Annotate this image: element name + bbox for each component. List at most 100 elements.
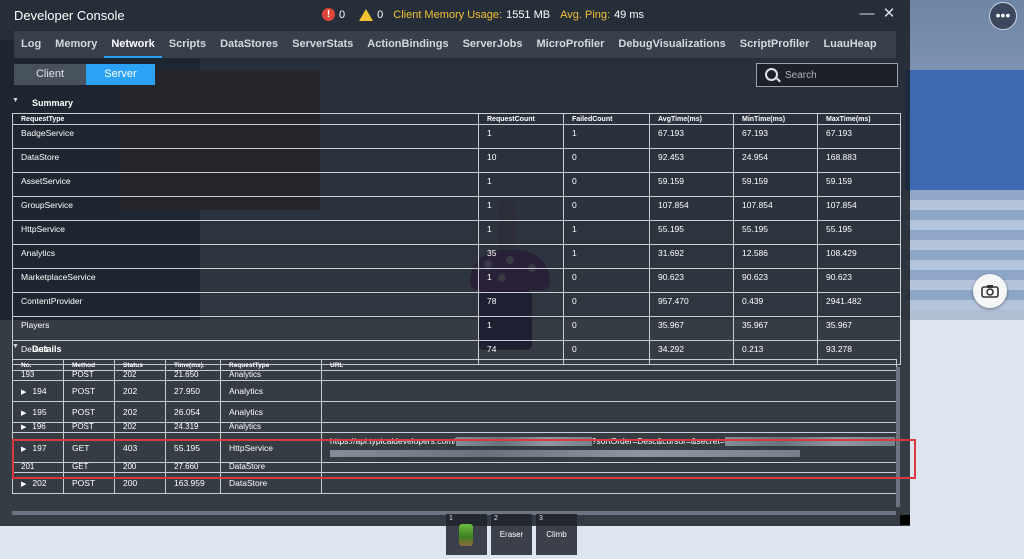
details-header[interactable]: ▼ Details xyxy=(12,341,899,357)
server-toggle[interactable]: Server xyxy=(86,64,155,85)
table-row[interactable]: BadgeService 1 1 67.193 67.193 67.193 xyxy=(12,124,901,149)
summary-header-row: RequestType RequestCount FailedCount Avg… xyxy=(12,113,901,125)
roblox-menu-button[interactable]: ••• xyxy=(989,2,1017,30)
minimize-button[interactable]: — xyxy=(858,5,876,23)
column-header[interactable]: RequestType xyxy=(220,359,322,371)
table-row[interactable]: 201 GET 200 27.660 DataStore xyxy=(12,462,897,473)
column-header[interactable]: MaxTime(ms) xyxy=(817,113,901,125)
url-query: ?sortOrder=Desc&cursor=&secret= xyxy=(591,436,725,446)
close-button[interactable]: ✕ xyxy=(880,5,898,23)
collapse-arrow-icon[interactable]: ▼ xyxy=(12,97,19,104)
expand-arrow-icon[interactable]: ▶ xyxy=(21,424,26,431)
ping-label: Avg. Ping: xyxy=(560,8,611,21)
hotbar-slot-climb[interactable]: 3 Climb xyxy=(536,514,577,555)
column-header[interactable]: RequestCount xyxy=(478,113,564,125)
tab-datastores[interactable]: DataStores xyxy=(213,31,285,58)
table-row[interactable]: ▶ 196 POST 202 24.319 Analytics xyxy=(12,422,897,433)
cell: DataStore xyxy=(220,462,322,473)
tab-actionbindings[interactable]: ActionBindings xyxy=(360,31,455,58)
column-header[interactable]: MinTime(ms) xyxy=(733,113,818,125)
console-titlebar[interactable]: Developer Console ! 0 0 Client Memory Us… xyxy=(0,0,910,30)
summary-header[interactable]: ▼ Summary xyxy=(12,95,899,111)
cell: 957.470 xyxy=(649,292,734,317)
cell: 0 xyxy=(563,316,650,341)
cell: MarketplaceService xyxy=(12,268,479,293)
column-header[interactable]: FailedCount xyxy=(563,113,650,125)
column-header[interactable]: Method xyxy=(63,359,115,371)
redacted-blur xyxy=(330,450,800,458)
row-number: 195 xyxy=(32,407,47,417)
vertical-scrollbar[interactable] xyxy=(896,367,900,507)
cell: 27.950 xyxy=(165,380,221,402)
hotbar-slot-1[interactable]: 1 xyxy=(446,514,487,555)
error-count: 0 xyxy=(339,8,346,21)
table-row[interactable]: MarketplaceService 1 0 90.623 90.623 90.623 xyxy=(12,268,901,293)
tab-scripts[interactable]: Scripts xyxy=(162,31,213,58)
url-cell[interactable]: https://api.typicaldevelopers.com/ ?sortO… xyxy=(321,432,897,463)
slot-label: Climb xyxy=(546,530,567,539)
tab-serverstats[interactable]: ServerStats xyxy=(285,31,360,58)
summary-table: RequestType RequestCount FailedCount Avg… xyxy=(12,113,901,365)
warning-icon[interactable] xyxy=(359,8,374,21)
table-row[interactable]: ▶ 202 POST 200 163.959 DataStore xyxy=(12,472,897,494)
table-row[interactable]: AssetService 1 0 59.159 59.159 59.159 xyxy=(12,172,901,197)
column-header[interactable]: URL xyxy=(321,359,897,371)
column-header[interactable]: Time(ms). xyxy=(165,359,221,371)
tab-log[interactable]: Log xyxy=(14,31,48,58)
tab-microprofiler[interactable]: MicroProfiler xyxy=(530,31,612,58)
expand-arrow-icon[interactable]: ▶ xyxy=(21,446,26,453)
cell: 201 xyxy=(12,462,64,473)
tab-network[interactable]: Network xyxy=(104,31,162,58)
table-row[interactable]: DataStore 10 0 92.453 24.954 168.883 xyxy=(12,148,901,173)
tab-scriptprofiler[interactable]: ScriptProfiler xyxy=(733,31,817,58)
cell xyxy=(321,422,897,433)
developer-console: Developer Console ! 0 0 Client Memory Us… xyxy=(0,0,910,526)
redacted-blur xyxy=(455,437,592,447)
column-header[interactable]: AvgTime(ms) xyxy=(649,113,734,125)
tab-debugvisualizations[interactable]: DebugVisualizations xyxy=(611,31,732,58)
screenshot-button[interactable] xyxy=(973,274,1007,308)
slot-number: 2 xyxy=(494,515,498,522)
tab-serverjobs[interactable]: ServerJobs xyxy=(456,31,530,58)
table-row[interactable]: Analytics 35 1 31.692 12.586 108.429 xyxy=(12,244,901,269)
cell: 55.195 xyxy=(733,220,818,245)
table-row[interactable]: HttpService 1 1 55.195 55.195 55.195 xyxy=(12,220,901,245)
cell: 1 xyxy=(478,316,564,341)
table-row[interactable]: ▶ 195 POST 202 26.054 Analytics xyxy=(12,401,897,423)
search-input[interactable] xyxy=(783,66,897,84)
row-number: 202 xyxy=(32,478,47,488)
slot-number: 3 xyxy=(539,515,543,522)
expand-arrow-icon[interactable]: ▶ xyxy=(21,410,26,417)
collapse-arrow-icon[interactable]: ▼ xyxy=(12,343,19,350)
cell: 26.054 xyxy=(165,401,221,423)
hotbar-slot-eraser[interactable]: 2 Eraser xyxy=(491,514,532,555)
table-row[interactable]: ▶ 194 POST 202 27.950 Analytics xyxy=(12,380,897,402)
expand-arrow-icon[interactable]: ▶ xyxy=(21,389,26,396)
cell: 24.954 xyxy=(733,148,818,173)
cell xyxy=(321,401,897,423)
table-row[interactable]: Players 1 0 35.967 35.967 35.967 xyxy=(12,316,901,341)
tab-luauheap[interactable]: LuauHeap xyxy=(816,31,883,58)
expand-arrow-icon[interactable]: ▶ xyxy=(21,481,26,488)
column-header[interactable]: Status xyxy=(114,359,166,371)
column-header[interactable]: No. xyxy=(12,359,64,371)
memory-value: 1551 MB xyxy=(506,8,551,21)
table-row[interactable]: 193 POST 202 21.650 Analytics xyxy=(12,370,897,381)
cell: 108.429 xyxy=(817,244,901,269)
search-box[interactable] xyxy=(756,63,898,87)
resize-handle[interactable] xyxy=(900,515,910,525)
console-stats: ! 0 0 Client Memory Usage: 1551 MB Avg. … xyxy=(322,8,644,21)
cell: HttpService xyxy=(220,432,322,463)
table-row-highlighted[interactable]: ▶ 197 GET 403 55.195 HttpService https://… xyxy=(12,432,897,463)
column-header[interactable]: RequestType xyxy=(12,113,479,125)
cell: 67.193 xyxy=(733,124,818,149)
slot-number: 1 xyxy=(449,515,453,522)
tab-memory[interactable]: Memory xyxy=(48,31,104,58)
cell: 1 xyxy=(478,220,564,245)
cell: 202 xyxy=(114,370,166,381)
error-icon[interactable]: ! xyxy=(322,8,335,21)
cell xyxy=(321,472,897,494)
client-toggle[interactable]: Client xyxy=(14,64,86,85)
table-row[interactable]: ContentProvider 78 0 957.470 0.439 2941.482 xyxy=(12,292,901,317)
table-row[interactable]: GroupService 1 0 107.854 107.854 107.854 xyxy=(12,196,901,221)
